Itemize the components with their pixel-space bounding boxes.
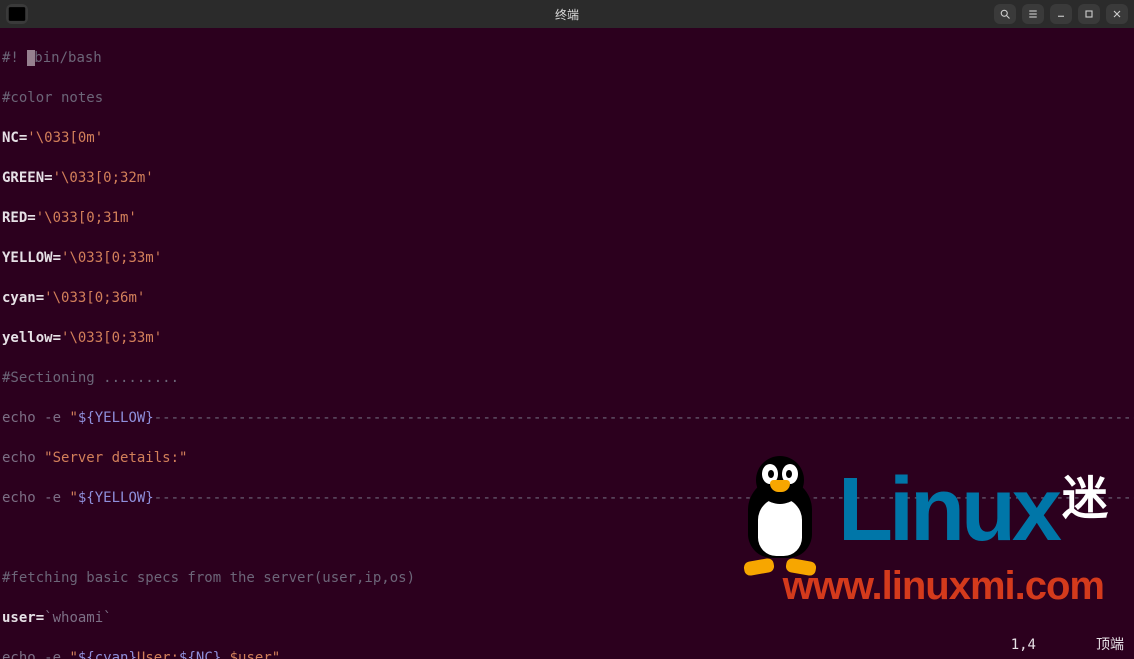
minimize-button[interactable] <box>1050 4 1072 24</box>
close-button[interactable] <box>1106 4 1128 24</box>
close-icon <box>1111 8 1123 20</box>
new-tab-button[interactable] <box>6 4 28 24</box>
code-line: user=`whoami` <box>2 608 1132 628</box>
code-line: NC='\033[0m' <box>2 128 1132 148</box>
new-tab-icon <box>6 3 28 25</box>
hamburger-menu-button[interactable] <box>1022 4 1044 24</box>
maximize-button[interactable] <box>1078 4 1100 24</box>
vim-scroll-region: 顶端 <box>1096 635 1124 655</box>
window-titlebar: 终端 <box>0 0 1134 28</box>
code-line: GREEN='\033[0;32m' <box>2 168 1132 188</box>
code-line: echo -e "${cyan}User:${NC} $user" <box>2 648 1132 659</box>
maximize-icon <box>1083 8 1095 20</box>
code-line: echo "Server details:" <box>2 448 1132 468</box>
code-line: #! bin/bash <box>2 48 1132 68</box>
vim-cursor-position: 1,4 <box>1011 635 1036 655</box>
code-line: #fetching basic specs from the server(us… <box>2 568 1132 588</box>
code-line: #color notes <box>2 88 1132 108</box>
window-title: 终端 <box>555 6 579 23</box>
code-line: YELLOW='\033[0;33m' <box>2 248 1132 268</box>
code-line: cyan='\033[0;36m' <box>2 288 1132 308</box>
terminal-viewport[interactable]: #! bin/bash #color notes NC='\033[0m' GR… <box>0 28 1134 659</box>
code-line <box>2 528 1132 548</box>
code-line: echo -e "${YELLOW}----------------------… <box>2 488 1132 508</box>
vim-status-bar: 1,4 顶端 <box>1011 635 1124 655</box>
minimize-icon <box>1055 8 1067 20</box>
code-line: RED='\033[0;31m' <box>2 208 1132 228</box>
code-line: echo -e "${YELLOW}----------------------… <box>2 408 1132 428</box>
hamburger-icon <box>1027 8 1039 20</box>
code-line: yellow='\033[0;33m' <box>2 328 1132 348</box>
code-line: #Sectioning ......... <box>2 368 1132 388</box>
search-icon <box>999 8 1011 20</box>
search-button[interactable] <box>994 4 1016 24</box>
